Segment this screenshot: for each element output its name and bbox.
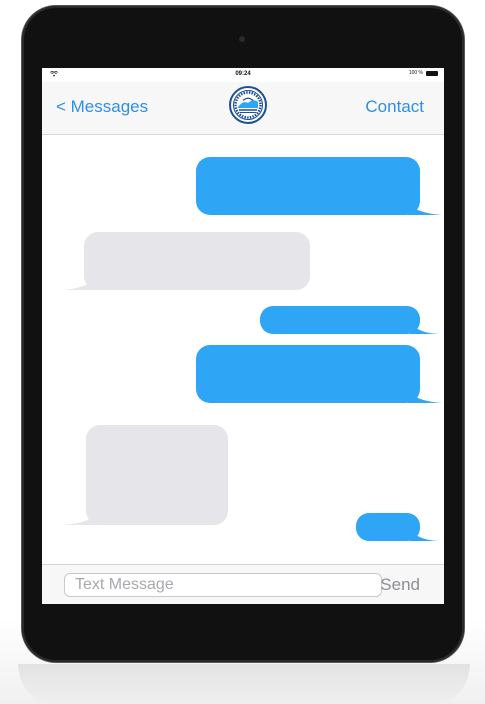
- back-to-messages-button[interactable]: < Messages: [56, 97, 148, 117]
- contact-button[interactable]: Contact: [365, 97, 424, 117]
- battery-percent: 100 %: [408, 70, 423, 76]
- text-message-input[interactable]: [64, 573, 382, 597]
- messages-screen: 09:24 100 % < Messages Contact Text Mess…: [42, 68, 444, 604]
- received-message-bubble[interactable]: [62, 232, 312, 294]
- status-time: 09:24: [235, 71, 251, 77]
- product-scene: 09:24 100 % < Messages Contact Text Mess…: [0, 0, 485, 704]
- tablet-reflection: [18, 664, 470, 704]
- status-bar: 09:24 100 %: [42, 68, 444, 82]
- tablet-device: 09:24 100 % < Messages Contact Text Mess…: [22, 6, 464, 662]
- front-camera: [239, 36, 245, 42]
- message-composer: Send: [42, 564, 444, 604]
- sent-message-bubble[interactable]: [196, 157, 442, 219]
- received-message-bubble[interactable]: [62, 425, 230, 529]
- nav-bar: < Messages Contact: [42, 82, 444, 135]
- battery-icon: [426, 70, 438, 76]
- battery-fill: [427, 71, 437, 75]
- sent-message-bubble[interactable]: [260, 306, 442, 338]
- message-list: [42, 135, 444, 562]
- sent-message-bubble[interactable]: [196, 345, 442, 407]
- university-seal-icon[interactable]: [229, 86, 267, 124]
- battery-indicator: 100 %: [409, 70, 438, 76]
- send-button[interactable]: Send: [380, 575, 420, 595]
- sent-message-bubble[interactable]: [356, 513, 442, 545]
